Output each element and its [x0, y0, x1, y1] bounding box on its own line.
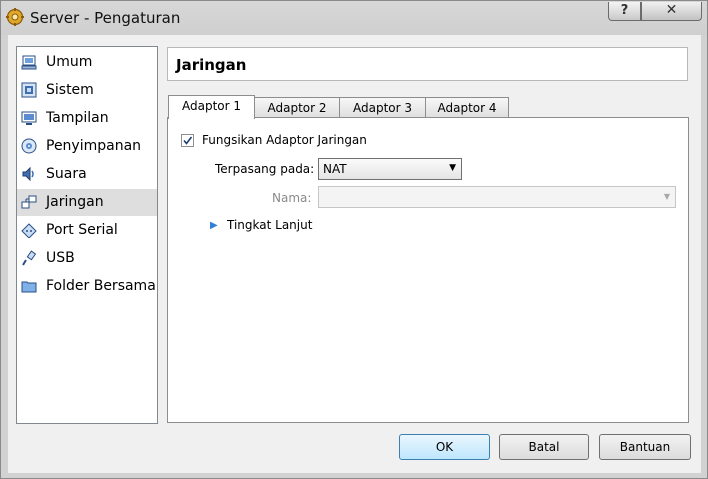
sidebar-item-label: Sistem: [46, 82, 94, 98]
sidebar-item-shared-folders[interactable]: Folder Bersama: [17, 273, 157, 300]
enable-adapter-checkbox[interactable]: [181, 134, 194, 147]
sidebar-item-network[interactable]: Jaringan: [17, 189, 157, 216]
page-title: Jaringan: [176, 56, 247, 74]
tab-adaptor-4[interactable]: Adaptor 4: [425, 97, 509, 118]
sidebar-item-label: USB: [46, 250, 75, 266]
gear-icon: [6, 8, 24, 26]
chevron-down-icon: ▼: [449, 163, 456, 173]
attached-to-label: Terpasang pada:: [215, 162, 315, 176]
sidebar-item-label: Folder Bersama: [46, 278, 156, 294]
cancel-button[interactable]: Batal: [499, 434, 589, 460]
storage-icon: [21, 138, 37, 154]
advanced-toggle[interactable]: Tingkat Lanjut: [227, 218, 312, 232]
expand-arrow-icon[interactable]: ▶: [210, 220, 218, 231]
sidebar-item-general[interactable]: Umum: [17, 49, 157, 76]
sidebar-item-display[interactable]: Tampilan: [17, 105, 157, 132]
usb-icon: [22, 250, 37, 266]
title-bar: Server - Pengaturan ? ✕: [1, 1, 707, 33]
serial-port-icon: [21, 223, 37, 238]
sidebar-item-label: Umum: [46, 54, 93, 70]
attached-to-select[interactable]: NAT ▼: [318, 158, 462, 180]
tab-adaptor-2[interactable]: Adaptor 2: [254, 97, 340, 118]
sidebar-item-storage[interactable]: Penyimpanan: [17, 133, 157, 160]
general-icon: [21, 55, 37, 70]
sidebar-item-system[interactable]: Sistem: [17, 77, 157, 104]
close-icon[interactable]: ✕: [641, 2, 702, 21]
tab-adaptor-1[interactable]: Adaptor 1: [168, 95, 255, 119]
page-header: Jaringan: [167, 47, 688, 81]
network-icon: [21, 195, 37, 209]
sidebar-item-label: Port Serial: [46, 222, 118, 238]
tab-adaptor-3[interactable]: Adaptor 3: [339, 97, 426, 118]
sidebar-item-usb[interactable]: USB: [17, 245, 157, 272]
sidebar-item-audio[interactable]: Suara: [17, 161, 157, 188]
name-label: Nama:: [272, 191, 312, 205]
settings-sidebar: Umum Sistem Tampilan Penyimpanan Suara J…: [16, 46, 158, 424]
settings-window: Server - Pengaturan ? ✕ Umum Sistem Tamp…: [0, 0, 708, 479]
enable-adapter-label[interactable]: Fungsikan Adaptor Jaringan: [202, 133, 367, 147]
shared-folder-icon: [21, 281, 37, 293]
sidebar-item-label: Tampilan: [46, 110, 109, 126]
chevron-down-icon: ▼: [663, 192, 670, 201]
checkmark-icon: [183, 136, 193, 145]
sidebar-item-label: Penyimpanan: [46, 138, 142, 154]
display-icon: [21, 111, 37, 125]
sidebar-item-label: Jaringan: [46, 194, 104, 210]
system-icon: [21, 82, 37, 98]
sidebar-item-serial-port[interactable]: Port Serial: [17, 217, 157, 244]
sidebar-item-label: Suara: [46, 166, 87, 182]
audio-icon: [22, 166, 34, 182]
help-button[interactable]: Bantuan: [599, 434, 691, 460]
adapter-panel: Fungsikan Adaptor Jaringan Terpasang pad…: [167, 117, 689, 423]
dialog-body: Umum Sistem Tampilan Penyimpanan Suara J…: [8, 35, 701, 473]
window-title: Server - Pengaturan: [30, 9, 181, 27]
name-combobox: ▼: [318, 186, 676, 208]
help-icon[interactable]: ?: [608, 2, 641, 21]
attached-to-value: NAT: [323, 162, 347, 176]
ok-button[interactable]: OK: [399, 434, 490, 460]
